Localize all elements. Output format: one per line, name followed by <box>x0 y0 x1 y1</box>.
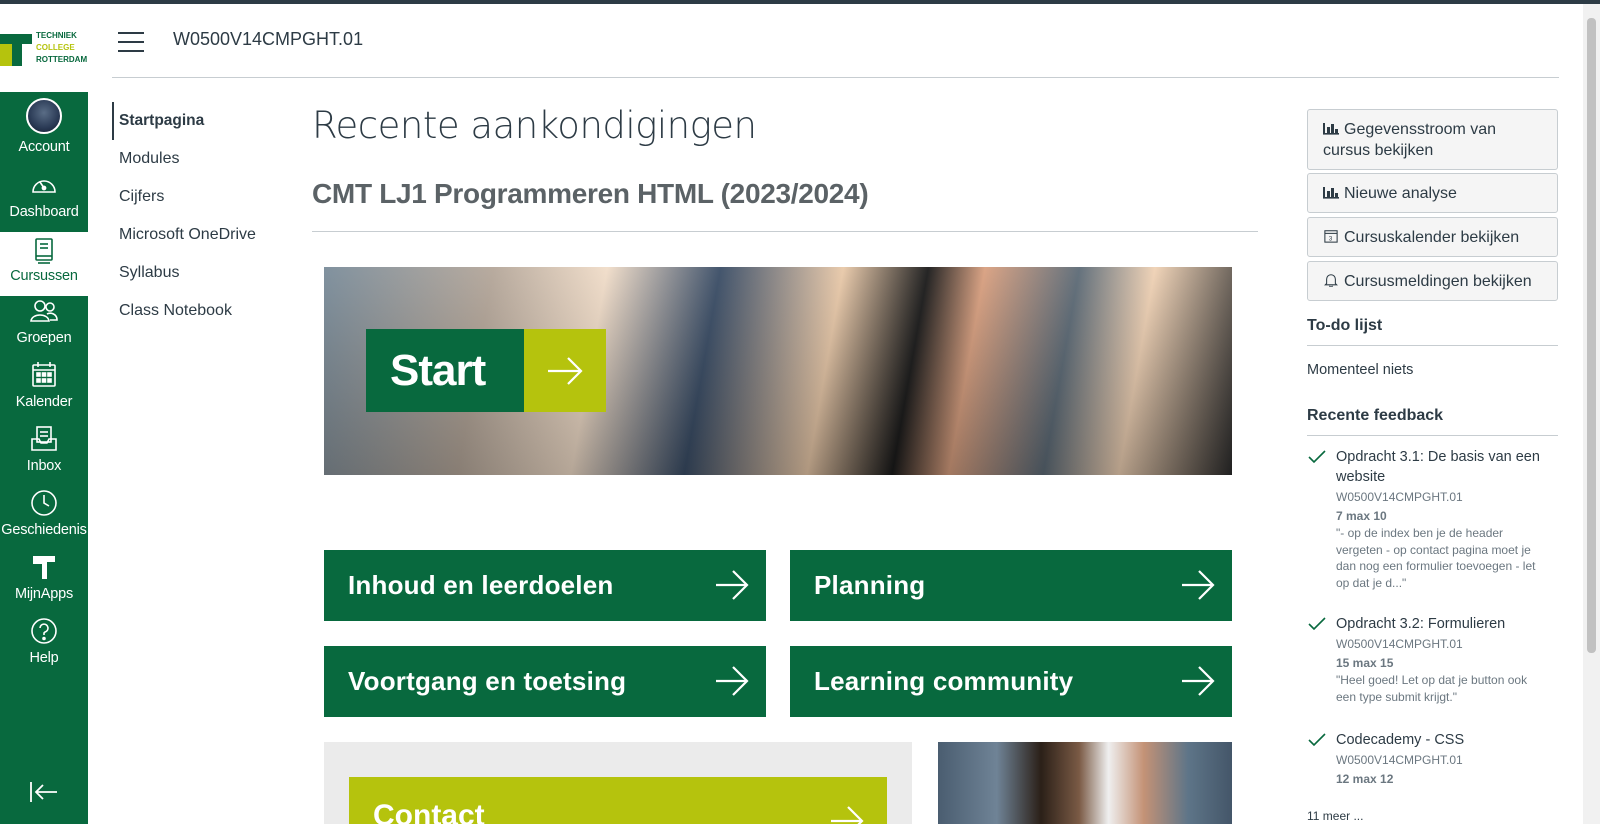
contact-panel: Contact <box>324 742 912 824</box>
view-course-calendar-button[interactable]: 3 Cursuskalender bekijken <box>1307 217 1558 257</box>
global-navigation: TECHNIEK COLLEGE ROTTERDAM Account Dashb… <box>0 4 88 824</box>
inbox-icon <box>31 426 57 451</box>
logo-text: TECHNIEK COLLEGE ROTTERDAM <box>36 31 88 64</box>
courses-icon <box>35 238 53 264</box>
tile-label: Voortgang en toetsing <box>348 666 627 696</box>
scrollbar-thumb[interactable] <box>1587 18 1596 653</box>
title-divider <box>312 231 1258 232</box>
checkmark-icon <box>1308 733 1326 747</box>
tile-voortgang-en-toetsing[interactable]: Voortgang en toetsing <box>324 646 766 717</box>
course-nav-startpagina[interactable]: Startpagina <box>112 102 292 140</box>
button-label: Gegevensstroom van cursus bekijken <box>1323 121 1497 159</box>
tile-planning[interactable]: Planning <box>790 550 1232 621</box>
groups-icon <box>30 300 58 322</box>
tile-inhoud-en-leerdoelen[interactable]: Inhoud en leerdoelen <box>324 550 766 621</box>
new-analytics-button[interactable]: Nieuwe analyse <box>1307 173 1558 213</box>
students-photo <box>938 742 1232 824</box>
global-nav-label: Help <box>29 650 59 666</box>
arrow-right-icon <box>1182 666 1215 696</box>
bell-icon <box>1324 274 1338 287</box>
global-nav-label: Account <box>18 139 70 155</box>
feedback-score: 15 max 15 <box>1336 656 1394 670</box>
global-nav-history[interactable]: Geschiedenis <box>0 488 88 552</box>
course-navigation: Startpagina Modules Cijfers Microsoft On… <box>112 102 292 330</box>
arrow-right-icon <box>1182 570 1215 600</box>
feedback-comment: "Heel goed! Let op dat je button ook een… <box>1336 673 1528 704</box>
contact-button[interactable]: Contact <box>349 777 887 824</box>
global-nav-label: Inbox <box>26 458 62 474</box>
global-nav-account[interactable]: Account <box>0 98 88 162</box>
tile-label: Planning <box>814 570 926 600</box>
button-label: Nieuwe analyse <box>1344 185 1457 202</box>
calendar-icon <box>32 362 56 387</box>
page-scrollbar[interactable] <box>1583 4 1600 824</box>
help-icon <box>31 618 57 644</box>
global-nav-label: Dashboard <box>9 204 79 220</box>
collapse-nav-icon[interactable] <box>28 780 60 804</box>
feedback-title-link[interactable]: Opdracht 3.1: De basis van een website <box>1336 448 1558 487</box>
more-feedback-link[interactable]: 11 meer ... <box>1307 809 1363 823</box>
school-logo[interactable]: TECHNIEK COLLEGE ROTTERDAM <box>0 4 88 92</box>
page-title: Recente aankondigingen <box>312 104 757 147</box>
start-button-label: Start <box>366 329 524 412</box>
course-nav-modules[interactable]: Modules <box>112 140 292 178</box>
recent-feedback-heading: Recente feedback <box>1307 407 1558 436</box>
global-nav-courses[interactable]: Cursussen <box>0 232 88 296</box>
breadcrumb-course-code[interactable]: W0500V14CMPGHT.01 <box>173 29 363 50</box>
feedback-course-code: W0500V14CMPGHT.01 <box>1336 490 1463 504</box>
feedback-comment: "- op de index ben je de header vergeten… <box>1336 526 1536 590</box>
tile-learning-community[interactable]: Learning community <box>790 646 1232 717</box>
global-nav-label: MijnApps <box>14 586 74 602</box>
arrow-right-icon <box>548 357 583 385</box>
feedback-title-link[interactable]: Codecademy - CSS <box>1336 731 1558 751</box>
checkmark-icon <box>1308 617 1326 631</box>
hero-banner-image: Start <box>324 267 1232 475</box>
global-nav-groups[interactable]: Groepen <box>0 296 88 360</box>
global-nav-label: Groepen <box>16 330 72 346</box>
tile-label: Inhoud en leerdoelen <box>348 570 614 600</box>
tile-label: Learning community <box>814 666 1074 696</box>
course-nav-class-notebook[interactable]: Class Notebook <box>112 292 292 330</box>
view-course-notifications-button[interactable]: Cursusmeldingen bekijken <box>1307 261 1558 301</box>
global-nav-label: Geschiedenis <box>1 522 87 538</box>
course-nav-onedrive[interactable]: Microsoft OneDrive <box>112 216 292 254</box>
dashboard-icon <box>32 180 56 193</box>
arrow-right-icon <box>716 666 749 696</box>
feedback-score: 12 max 12 <box>1336 772 1394 786</box>
course-nav-syllabus[interactable]: Syllabus <box>112 254 292 292</box>
feedback-score: 7 max 10 <box>1336 509 1387 523</box>
feedback-course-code: W0500V14CMPGHT.01 <box>1336 753 1463 767</box>
svg-text:3: 3 <box>1329 235 1333 242</box>
course-menu-toggle[interactable] <box>118 32 144 52</box>
global-nav-dashboard[interactable]: Dashboard <box>0 170 88 234</box>
course-nav-cijfers[interactable]: Cijfers <box>112 178 292 216</box>
chart-icon <box>1323 187 1339 199</box>
global-nav-help[interactable]: Help <box>0 616 88 680</box>
global-nav-calendar[interactable]: Kalender <box>0 360 88 424</box>
browser-top-line <box>0 0 1600 4</box>
view-course-stream-button[interactable]: Gegevensstroom van cursus bekijken <box>1307 109 1558 170</box>
global-nav-apps[interactable]: MijnApps <box>0 552 88 616</box>
contact-button-label: Contact <box>373 799 485 824</box>
history-icon <box>31 490 57 516</box>
todo-heading: To-do lijst <box>1307 317 1558 346</box>
apps-icon <box>33 556 55 579</box>
button-label: Cursusmeldingen bekijken <box>1344 273 1532 290</box>
global-nav-label: Cursussen <box>10 268 78 284</box>
arrow-right-icon <box>831 806 864 824</box>
checkmark-icon <box>1308 450 1326 464</box>
global-nav-inbox[interactable]: Inbox <box>0 424 88 488</box>
header-divider <box>112 77 1559 78</box>
avatar <box>26 98 62 134</box>
todo-empty-text: Momenteel niets <box>1307 362 1414 378</box>
calendar-icon: 3 <box>1324 230 1338 243</box>
global-nav-label: Kalender <box>15 394 73 410</box>
feedback-title-link[interactable]: Opdracht 3.2: Formulieren <box>1336 615 1558 635</box>
course-title: CMT LJ1 Programmeren HTML (2023/2024) <box>312 178 869 209</box>
start-button[interactable]: Start <box>366 329 606 412</box>
arrow-right-icon <box>716 570 749 600</box>
chart-icon <box>1323 123 1339 135</box>
button-label: Cursuskalender bekijken <box>1344 229 1520 246</box>
feedback-course-code: W0500V14CMPGHT.01 <box>1336 637 1463 651</box>
